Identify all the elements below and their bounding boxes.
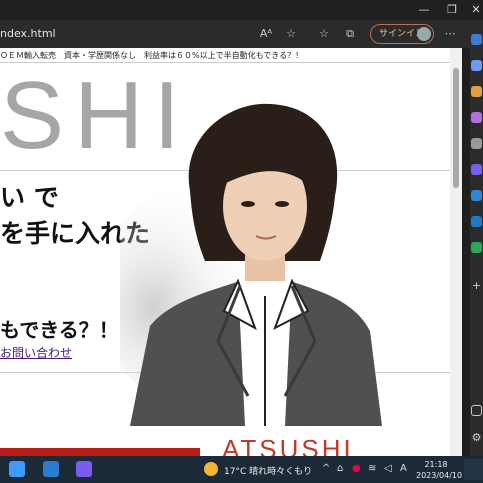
copilot-icon[interactable]: [76, 461, 92, 477]
ime-indicator[interactable]: A: [400, 463, 407, 474]
favorites-icon[interactable]: ☆: [316, 26, 332, 42]
contact-link[interactable]: お問い合わせ: [0, 344, 72, 361]
notification-area[interactable]: [464, 459, 483, 480]
page-viewport: ＯＥＭ輸入転売 資本・学歴関係なし 利益率は６０%以上で半自動化もできる？！ S…: [0, 48, 450, 456]
office-icon[interactable]: [471, 216, 482, 227]
collections-icon[interactable]: ⧉: [342, 26, 358, 42]
network-icon[interactable]: ⌂: [337, 463, 343, 474]
edge-sidebar: + ⚙: [470, 20, 483, 456]
wifi-icon[interactable]: ≋: [368, 463, 376, 474]
security-icon[interactable]: ●: [352, 463, 361, 474]
address-bar: ndex.html Aᴬ ☆ ☆ ⧉ サインイン ⋯: [0, 20, 470, 48]
restore-icon[interactable]: ❐: [445, 3, 459, 17]
games-icon[interactable]: [471, 164, 482, 175]
footer-name: ATSUSHI: [222, 434, 354, 456]
search-icon[interactable]: [471, 60, 482, 71]
shopping-icon[interactable]: [471, 86, 482, 97]
drop-icon[interactable]: [471, 242, 482, 253]
clock-date: 2023/04/10: [416, 471, 463, 480]
more-icon[interactable]: ⋯: [442, 26, 458, 42]
settings-icon[interactable]: ⚙: [471, 432, 482, 443]
sidebar-panel-icon[interactable]: [471, 405, 482, 416]
chevron-up-icon[interactable]: ^: [322, 463, 330, 474]
add-favorite-icon[interactable]: ☆: [283, 26, 299, 42]
headline-line-1: い で: [0, 183, 59, 212]
marquee-text: ＯＥＭ輸入転売 資本・学歴関係なし 利益率は６０%以上で半自動化もできる？！: [0, 51, 304, 60]
signin-button[interactable]: サインイン: [370, 24, 434, 44]
close-icon[interactable]: ✕: [469, 3, 483, 17]
outlook-icon[interactable]: [471, 190, 482, 201]
mail-icon[interactable]: [43, 461, 59, 477]
scrollbar-thumb[interactable]: [453, 68, 459, 188]
minimize-icon[interactable]: —: [417, 3, 431, 17]
url-text[interactable]: ndex.html: [0, 27, 56, 40]
bing-icon[interactable]: [471, 34, 482, 45]
avatar-icon: [417, 27, 431, 41]
clock-time: 21:18: [424, 460, 448, 469]
tools-icon[interactable]: [471, 112, 482, 123]
add-icon[interactable]: +: [471, 280, 482, 291]
weather-text[interactable]: 17°C 晴れ時々くもり: [224, 464, 312, 477]
catch-copy: もできる？！: [0, 318, 119, 342]
portrait-photo: [120, 103, 382, 426]
windows-taskbar: 17°C 晴れ時々くもり ^ ⌂ ● ≋ ◁ A 21:18 2023/04/1…: [0, 456, 483, 483]
window-titlebar: — ❐ ✕: [0, 0, 483, 20]
red-accent-bar: [0, 448, 200, 456]
windows-start-icon[interactable]: [9, 461, 25, 477]
weather-icon[interactable]: [204, 462, 218, 476]
clock[interactable]: 21:18 2023/04/10: [416, 459, 463, 481]
volume-icon[interactable]: ◁: [384, 463, 392, 474]
read-aloud-icon[interactable]: Aᴬ: [258, 26, 274, 42]
page-scrollbar[interactable]: [450, 48, 462, 456]
people-icon[interactable]: [471, 138, 482, 149]
